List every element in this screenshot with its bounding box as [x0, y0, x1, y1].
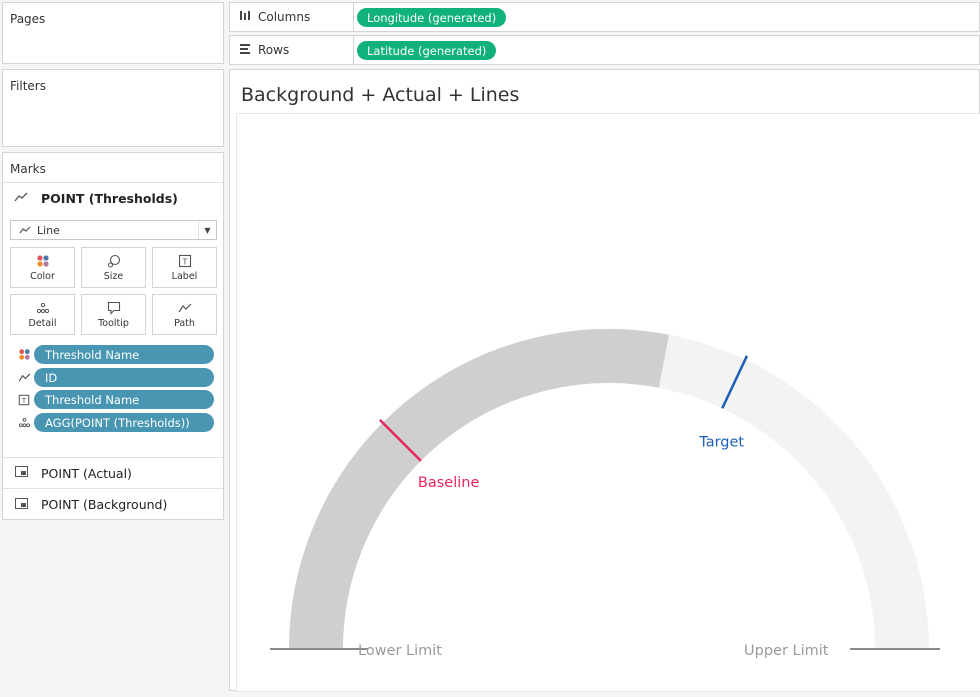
- columns-icon: [238, 10, 252, 24]
- svg-text:T: T: [21, 397, 27, 405]
- marks-section-background[interactable]: POINT (Background): [3, 488, 223, 520]
- field-pill-detail[interactable]: AGG(POINT (Thresholds)): [34, 413, 214, 432]
- detail-button-label: Detail: [28, 318, 57, 329]
- rows-icon: [238, 43, 252, 57]
- filters-title: Filters: [10, 79, 46, 93]
- marks-section-thresholds[interactable]: POINT (Thresholds): [3, 182, 223, 213]
- label-icon: T: [178, 253, 192, 268]
- lower-limit-label: Lower Limit: [358, 643, 442, 659]
- field-pill-color[interactable]: Threshold Name: [34, 345, 214, 364]
- color-icon: [36, 253, 50, 268]
- marks-section-label: POINT (Thresholds): [41, 190, 178, 206]
- path-icon: [178, 300, 192, 315]
- latitude-pill[interactable]: Latitude (generated): [357, 41, 497, 60]
- line-mark-icon: [13, 191, 29, 205]
- view-title: Background + Actual + Lines: [241, 84, 520, 106]
- path-button-label: Path: [174, 318, 195, 329]
- pages-title: Pages: [10, 12, 46, 26]
- field-pill-path[interactable]: ID: [34, 368, 214, 387]
- actual-arc: [289, 329, 669, 650]
- columns-shelf-label: Columns: [230, 3, 354, 31]
- path-button[interactable]: Path: [152, 294, 217, 335]
- marks-section-label: POINT (Actual): [41, 465, 132, 481]
- size-button[interactable]: Size: [81, 247, 146, 288]
- rows-shelf[interactable]: Rows Latitude (generated): [229, 35, 980, 65]
- tooltip-icon: [107, 300, 121, 315]
- columns-shelf[interactable]: Columns Longitude (generated): [229, 2, 980, 32]
- background-arc: [289, 329, 929, 650]
- view-panel: Background + Actual + Lines Baseline Tar…: [229, 69, 980, 692]
- gauge-chart: Baseline Target Lower Limit Upper Limit: [270, 329, 940, 659]
- color-icon: [16, 345, 32, 364]
- rows-shelf-label: Rows: [230, 36, 354, 64]
- path-icon: [16, 368, 32, 387]
- longitude-pill[interactable]: Longitude (generated): [357, 8, 507, 27]
- marks-panel: Marks POINT (Thresholds) Line ▼ Color Si…: [2, 152, 224, 520]
- field-pill-label[interactable]: Threshold Name: [34, 390, 214, 409]
- filters-panel[interactable]: Filters: [2, 69, 224, 147]
- tooltip-button-label: Tooltip: [98, 318, 129, 329]
- marks-title: Marks: [10, 162, 46, 176]
- detail-icon: [36, 300, 50, 315]
- viz-area[interactable]: Baseline Target Lower Limit Upper Limit: [236, 113, 980, 692]
- tooltip-button[interactable]: Tooltip: [81, 294, 146, 335]
- upper-limit-label: Upper Limit: [744, 643, 829, 659]
- color-button[interactable]: Color: [10, 247, 75, 288]
- label-icon: T: [16, 390, 32, 409]
- mark-type-value: Line: [37, 223, 60, 237]
- detail-button[interactable]: Detail: [10, 294, 75, 335]
- pages-panel[interactable]: Pages: [2, 2, 224, 64]
- line-mark-icon: [19, 224, 31, 237]
- chevron-down-icon[interactable]: ▼: [198, 221, 216, 239]
- baseline-label: Baseline: [418, 475, 480, 491]
- marks-section-label: POINT (Background): [41, 497, 168, 512]
- label-button-label: Label: [171, 271, 198, 282]
- color-button-label: Color: [30, 271, 55, 282]
- mark-type-dropdown[interactable]: Line ▼: [10, 220, 217, 240]
- detail-icon: [16, 413, 32, 432]
- rows-label-text: Rows: [258, 43, 290, 57]
- target-label: Target: [698, 434, 744, 450]
- automatic-mark-icon: [13, 466, 29, 480]
- size-icon: [107, 253, 121, 268]
- size-button-label: Size: [103, 271, 124, 282]
- automatic-mark-icon: [13, 497, 29, 512]
- marks-section-actual[interactable]: POINT (Actual): [3, 457, 223, 488]
- label-button[interactable]: T Label: [152, 247, 217, 288]
- columns-label-text: Columns: [258, 10, 311, 24]
- svg-text:T: T: [181, 257, 187, 266]
